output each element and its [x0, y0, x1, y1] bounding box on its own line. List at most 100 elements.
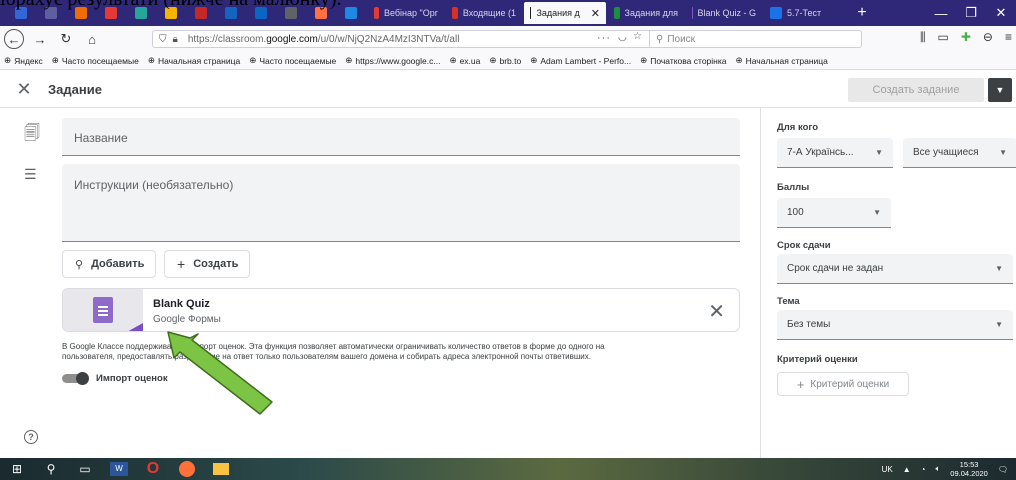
create-options-dropdown[interactable]: ▼	[988, 78, 1012, 102]
close-icon[interactable]: ✕	[0, 79, 48, 100]
students-select[interactable]: Все учащиеся ▼	[903, 138, 1016, 168]
help-icon[interactable]: ?	[24, 430, 38, 444]
bookmark-icon: ⊕	[249, 55, 257, 65]
document-text-fragment: ібрахує результати (нижче на малюнку).	[0, 0, 341, 10]
assignment-icon: 🗐︎	[24, 125, 40, 142]
attach-icon: ⚲	[75, 258, 84, 271]
start-icon[interactable]: ⊞	[0, 458, 34, 480]
word-icon[interactable]: W	[102, 458, 136, 480]
new-tab-button[interactable]: +	[852, 4, 872, 22]
annotation-arrow-icon	[167, 331, 273, 415]
reload-icon[interactable]: ↻	[56, 29, 76, 49]
instructions-field[interactable]: Инструкции (необязательно)	[62, 164, 740, 242]
browser-tab[interactable]: 5.7-Тест	[764, 2, 840, 24]
bookmark-star-icon[interactable]: ☆	[633, 31, 642, 42]
title-field[interactable]: Название	[62, 118, 740, 156]
search-input[interactable]: ⚲ Поиск	[649, 31, 859, 47]
bookmark-label: https://www.google.c...	[355, 55, 441, 66]
topic-label: Тема	[777, 296, 800, 307]
bookmark-item[interactable]: ⊕ Начальная страница	[148, 55, 240, 66]
language-indicator[interactable]: UK	[882, 465, 893, 474]
bookmark-item[interactable]: ⊕ Adam Lambert - Perfo...	[530, 55, 631, 66]
shield-icon[interactable]: ⛉	[159, 34, 167, 45]
rubric-button-label: Критерий оценки	[810, 378, 890, 390]
bookmark-item[interactable]: ⊕ Початкова сторінка	[640, 55, 726, 66]
topic-select[interactable]: Без темы ▼	[777, 310, 1013, 340]
pocket-icon[interactable]: ◡	[618, 32, 627, 43]
taskbar: ⊞ ⚲ ▭ W O UK ▲ ◔ 🔈︎ 15:53 09.04.2020 🗨︎	[0, 458, 1016, 480]
browser-tab[interactable]: Входящие (1	[446, 2, 522, 24]
class-select[interactable]: 7-А Українсь... ▼	[777, 138, 893, 168]
volume-icon[interactable]: 🔈︎	[935, 464, 940, 474]
tab-list: Вебінар "Орг Входящие (1 Задания д ✕ Задания…	[368, 2, 840, 24]
extension-icon[interactable]: ✚	[961, 30, 971, 45]
chevron-down-icon: ▼	[995, 320, 1003, 329]
sidebar-icon[interactable]: ▭	[938, 30, 949, 45]
browser-tab[interactable]: Blank Quiz - G	[686, 2, 762, 24]
menu-icon[interactable]: ≡	[1005, 30, 1012, 45]
library-icon[interactable]: ⫼	[920, 30, 926, 45]
browser-tab[interactable]: Задания д ✕	[524, 2, 606, 24]
tray-expand-icon[interactable]: ▲	[903, 465, 911, 474]
remove-attachment-icon[interactable]: ✕	[708, 299, 725, 324]
back-icon[interactable]: ←	[4, 29, 24, 49]
forward-icon[interactable]: →	[30, 29, 50, 49]
forms-icon	[93, 297, 113, 323]
notifications-icon[interactable]: 🗨︎	[998, 465, 1008, 474]
task-view-icon[interactable]: ▭	[68, 458, 102, 480]
grade-import-toggle[interactable]	[62, 372, 90, 385]
chevron-down-icon: ▼	[999, 148, 1007, 157]
maximize-icon[interactable]: ❐	[956, 5, 986, 21]
bookmark-item[interactable]: ⊕ ex.ua	[449, 55, 480, 66]
browser-tab[interactable]: Вебінар "Орг	[368, 2, 444, 24]
tab-close-icon[interactable]: ✕	[591, 7, 600, 20]
clock-time: 15:53	[959, 460, 979, 469]
create-assignment-button[interactable]: Создать задание	[848, 78, 984, 102]
search-placeholder: Поиск	[667, 33, 696, 45]
plus-icon: +	[177, 256, 186, 272]
bookmark-icon: ⊕	[640, 55, 648, 65]
bookmark-item[interactable]: ⊕ https://www.google.c...	[345, 55, 440, 66]
bookmark-icon: ⊕	[735, 55, 743, 65]
window-close-icon[interactable]: ✕	[986, 5, 1016, 21]
bookmarks-bar: ⊕ Яндекс ⊕ Часто посещаемые ⊕ Начальная стран…	[0, 52, 1016, 70]
chevron-down-icon: ▼	[995, 264, 1003, 273]
tab-favicon-icon	[345, 7, 357, 19]
clock[interactable]: 15:53 09.04.2020	[950, 460, 988, 478]
search-icon[interactable]: ⚲	[34, 458, 68, 480]
bookmark-item[interactable]: ⊕ Начальная страница	[735, 55, 827, 66]
attachment-title[interactable]: Blank Quiz	[153, 298, 210, 310]
account-icon[interactable]: ⊖	[983, 30, 993, 45]
opera-icon[interactable]: O	[136, 458, 170, 480]
file-explorer-icon[interactable]	[204, 458, 238, 480]
add-button[interactable]: ⚲ Добавить	[62, 250, 156, 278]
address-bar[interactable]: ⛉ 🔒︎ https://classroom.google.com/u/0/w/…	[152, 30, 862, 48]
bookmark-item[interactable]: ⊕ Часто посещаемые	[249, 55, 336, 66]
add-rubric-button[interactable]: + Критерий оценки	[777, 372, 909, 396]
bookmark-item[interactable]: ⊕ brb.to	[489, 55, 521, 66]
bookmark-icon: ⊕	[147, 55, 155, 65]
tab-label: Вебінар "Орг	[383, 8, 438, 18]
tab-favicon-icon	[530, 7, 532, 19]
points-value: 100	[787, 207, 804, 218]
points-select[interactable]: 100 ▼	[777, 198, 891, 228]
page-actions-icon[interactable]: ···	[597, 32, 611, 44]
browser-tab[interactable]: Задания для	[608, 2, 684, 24]
due-date-label: Срок сдачи	[777, 240, 831, 251]
firefox-icon[interactable]	[170, 458, 204, 480]
toolbar-right: ⫼ ▭ ✚ ⊖ ≡	[920, 30, 1012, 45]
create-button[interactable]: + Создать	[164, 250, 250, 278]
bookmark-item[interactable]: ⊕ Яндекс	[4, 55, 43, 66]
minimize-icon[interactable]: —	[926, 6, 956, 21]
tab-favicon-icon	[614, 7, 620, 19]
attachment-card[interactable]: Blank Quiz Google Формы ✕	[62, 288, 740, 332]
tab-label: Задания для	[624, 8, 678, 18]
network-icon[interactable]: ◔	[921, 465, 926, 474]
bookmark-label: Часто посещаемые	[61, 55, 139, 66]
tab-label: Blank Quiz - G	[697, 8, 756, 18]
rubric-label: Критерий оценки	[777, 354, 858, 365]
bookmark-item[interactable]: ⊕ Часто посещаемые	[52, 55, 139, 66]
home-icon[interactable]: ⌂	[82, 29, 102, 49]
url-text: https://classroom.google.com/u/0/w/NjQ2N…	[188, 34, 460, 45]
due-date-select[interactable]: Срок сдачи не задан ▼	[777, 254, 1013, 284]
